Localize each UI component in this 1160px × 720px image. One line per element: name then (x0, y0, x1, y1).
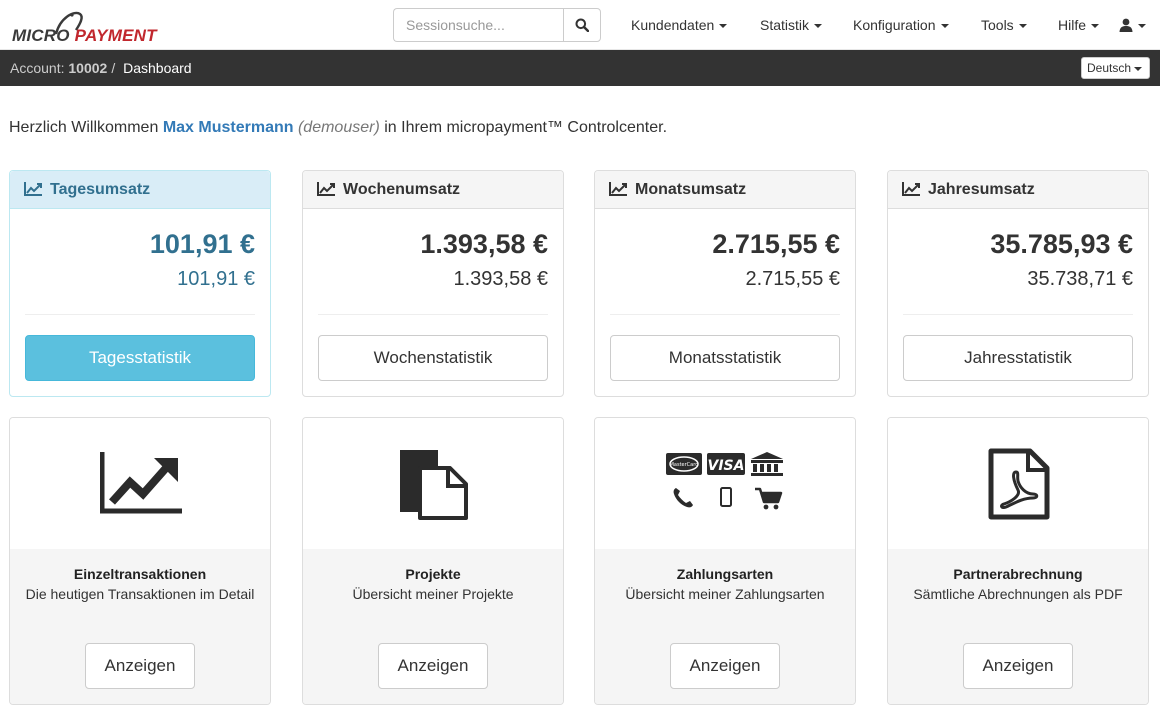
nav-hilfe[interactable]: Hilfe (1058, 0, 1100, 50)
session-search (393, 8, 601, 42)
caret-down-icon (814, 24, 823, 29)
breadcrumb-current: Dashboard (123, 60, 192, 76)
revenue-secondary: 2.715,55 € (745, 268, 840, 290)
tile-title: Einzeltransaktionen (73, 566, 207, 582)
monatsstatistik-button[interactable]: Monatsstatistik (610, 335, 840, 381)
visa-label: VISA (708, 458, 745, 474)
top-navbar: MICROPAYMENT Kundendaten Statistik Konfi… (0, 0, 1160, 50)
jahresstatistik-button[interactable]: Jahresstatistik (903, 335, 1133, 381)
user-icon (1119, 18, 1133, 32)
tile-description: Die heutigen Transaktionen im Detail (25, 586, 255, 602)
panel-title: Monatsumsatz (635, 181, 747, 198)
caret-down-icon (1134, 66, 1143, 71)
breadcrumb-separator: / (111, 60, 116, 76)
tile-description: Übersicht meiner Zahlungsarten (625, 586, 825, 602)
panel-title: Jahresumsatz (928, 181, 1035, 198)
divider (318, 314, 548, 315)
welcome-suffix: in Ihrem micropayment™ Controlcenter. (384, 119, 668, 136)
revenue-secondary: 101,91 € (177, 268, 255, 290)
logo-word-micro: MICRO (12, 26, 70, 45)
line-chart-icon (317, 182, 335, 196)
mastercard-label: MasterCard (670, 462, 699, 468)
panel-jahresumsatz: Jahresumsatz 35.785,93 € 35.738,71 € Jah… (887, 170, 1149, 397)
partnerabrechnung-show-button[interactable]: Anzeigen (963, 643, 1073, 689)
payment-methods-icon: MasterCard VISA (666, 452, 783, 510)
tile-zahlungsarten: MasterCard VISA Zahlungsarten Übersicht … (594, 417, 856, 705)
documents-icon (400, 450, 468, 520)
welcome-username: (demouser) (297, 119, 380, 136)
line-chart-icon (24, 182, 42, 196)
einzeltransaktionen-show-button[interactable]: Anzeigen (85, 643, 195, 689)
nav-tools-label: Tools (981, 17, 1014, 33)
breadcrumb: Account: 10002/ Dashboard (10, 50, 192, 86)
caret-down-icon (1018, 24, 1027, 29)
account-label: Account: (10, 60, 65, 76)
nav-hilfe-label: Hilfe (1058, 17, 1087, 33)
welcome-message: Herzlich Willkommen Max Mustermann (demo… (9, 119, 667, 137)
nav-kundendaten[interactable]: Kundendaten (631, 0, 728, 50)
micropayment-logo[interactable]: MICRO PAYMENT (10, 8, 160, 45)
session-search-input[interactable] (393, 8, 564, 42)
mobile-icon (720, 487, 732, 507)
tile-description: Sämtliche Abrechnungen als PDF (913, 586, 1123, 602)
panel-header: Monatsumsatz (595, 171, 855, 209)
tile-title: Partnerabrechnung (953, 566, 1083, 582)
tile-partnerabrechnung: Partnerabrechnung Sämtliche Abrechnungen… (887, 417, 1149, 705)
zahlungsarten-show-button[interactable]: Anzeigen (670, 643, 780, 689)
nav-statistik-label: Statistik (760, 17, 810, 33)
line-chart-icon (100, 452, 182, 514)
nav-user-menu[interactable] (1119, 0, 1146, 50)
cart-icon (755, 487, 783, 510)
caret-down-icon (1091, 24, 1100, 29)
panel-tagesumsatz: Tagesumsatz 101,91 € 101,91 € Tagesstati… (9, 170, 271, 397)
revenue-primary: 2.715,55 € (712, 229, 840, 259)
panel-header: Wochenumsatz (303, 171, 563, 209)
search-button[interactable] (563, 8, 601, 42)
panel-wochenumsatz: Wochenumsatz 1.393,58 € 1.393,58 € Woche… (302, 170, 564, 397)
nav-tools[interactable]: Tools (981, 0, 1027, 50)
divider (610, 314, 840, 315)
pdf-file-icon (988, 448, 1050, 520)
logo-word-payment: PAYMENT (74, 26, 157, 45)
line-chart-icon (609, 182, 627, 196)
revenue-primary: 35.785,93 € (990, 229, 1133, 259)
revenue-primary: 1.393,58 € (420, 229, 548, 259)
divider (903, 314, 1133, 315)
nav-konfiguration[interactable]: Konfiguration (853, 0, 949, 50)
caret-down-icon (719, 24, 728, 29)
bank-icon (751, 452, 783, 476)
phone-icon (673, 488, 693, 508)
panel-header: Tagesumsatz (10, 171, 270, 209)
tile-projekte: Projekte Übersicht meiner Projekte Anzei… (302, 417, 564, 705)
panel-header: Jahresumsatz (888, 171, 1148, 209)
breadcrumb-bar: Account: 10002/ Dashboard (0, 50, 1160, 86)
wochenstatistik-button[interactable]: Wochenstatistik (318, 335, 548, 381)
line-chart-icon (902, 182, 920, 196)
revenue-secondary: 35.738,71 € (1027, 268, 1133, 290)
caret-down-icon (1138, 24, 1146, 29)
welcome-prefix: Herzlich Willkommen (9, 119, 159, 136)
language-select[interactable]: Deutsch (1081, 57, 1150, 79)
nav-kundendaten-label: Kundendaten (631, 17, 715, 33)
tile-einzeltransaktionen: Einzeltransaktionen Die heutigen Transak… (9, 417, 271, 705)
nav-konfiguration-label: Konfiguration (853, 17, 936, 33)
account-number[interactable]: 10002 (68, 60, 107, 76)
panel-monatsumsatz: Monatsumsatz 2.715,55 € 2.715,55 € Monat… (594, 170, 856, 397)
tagesstatistik-button[interactable]: Tagesstatistik (25, 335, 255, 381)
nav-statistik[interactable]: Statistik (760, 0, 823, 50)
divider (25, 314, 255, 315)
projekte-show-button[interactable]: Anzeigen (378, 643, 488, 689)
revenue-secondary: 1.393,58 € (453, 268, 548, 290)
welcome-user-name: Max Mustermann (162, 119, 294, 136)
panel-title: Tagesumsatz (50, 181, 151, 198)
caret-down-icon (940, 24, 949, 29)
tile-title: Zahlungsarten (676, 566, 774, 582)
search-icon (575, 18, 590, 32)
language-selected: Deutsch (1087, 61, 1132, 75)
panel-title: Wochenumsatz (343, 181, 461, 198)
tile-description: Übersicht meiner Projekte (352, 586, 514, 602)
tile-title: Projekte (405, 566, 461, 582)
revenue-primary: 101,91 € (149, 229, 255, 259)
